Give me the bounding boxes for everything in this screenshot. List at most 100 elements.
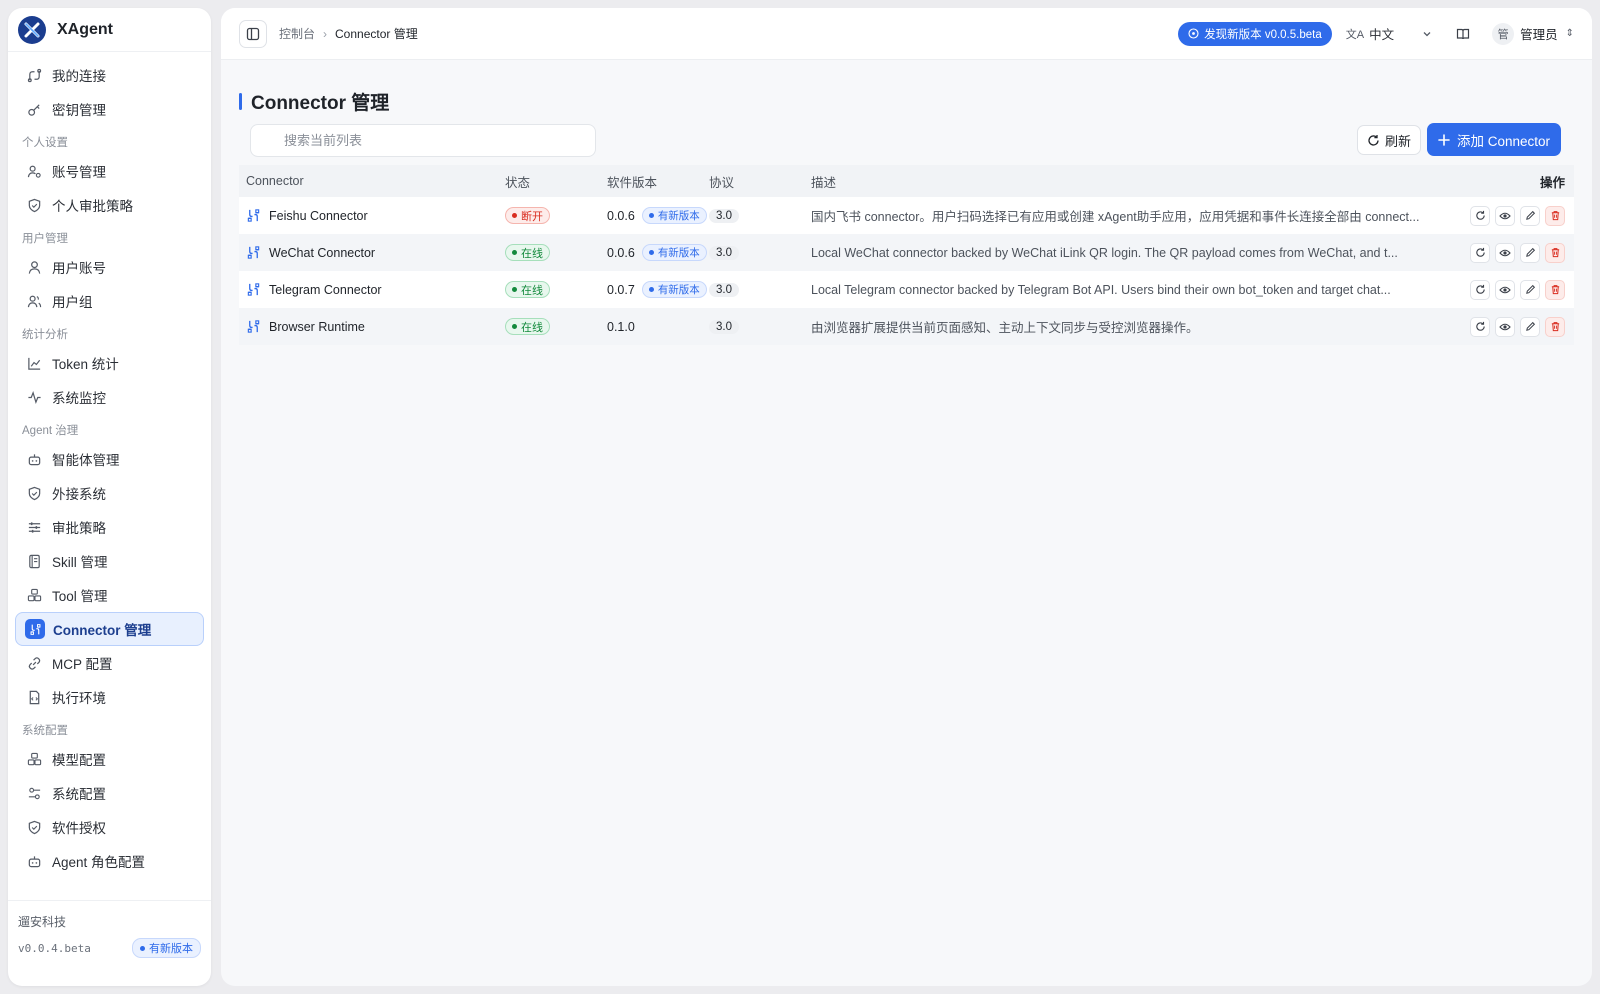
sidebar-item-label: Connector 管理 [53, 623, 152, 638]
new-version-badge[interactable]: 有新版本 [641, 281, 707, 298]
refresh-button[interactable] [1470, 316, 1490, 337]
sidebar-item-模型配置[interactable]: 模型配置 [15, 742, 204, 776]
connector-icon [25, 619, 45, 639]
connector-name: Telegram Connector [269, 282, 382, 297]
sidebar-item-mcp-配置[interactable]: MCP 配置 [15, 646, 204, 680]
link-icon [26, 655, 42, 671]
docs-book-icon[interactable] [1456, 27, 1470, 41]
sidebar-item-skill-管理[interactable]: Skill 管理 [15, 544, 204, 578]
sidebar-item-connector-管理[interactable]: Connector 管理 [15, 612, 204, 646]
add-connector-button[interactable]: 添加 Connector [1427, 123, 1562, 156]
sidebar-item-系统监控[interactable]: 系统监控 [15, 380, 204, 414]
edit-button[interactable] [1520, 242, 1540, 263]
sidebar-item-label: Tool 管理 [52, 589, 108, 604]
protocol-badge: 3.0 [709, 283, 739, 297]
delete-button[interactable] [1545, 205, 1565, 226]
sidebar-item-用户账号[interactable]: 用户账号 [15, 250, 204, 284]
connector-description: Local Telegram connector backed by Teleg… [811, 282, 1391, 297]
edit-button[interactable] [1520, 279, 1540, 300]
connector-description: Local WeChat connector backed by WeChat … [811, 245, 1398, 260]
sidebar-item-label: Skill 管理 [52, 555, 108, 570]
plus-icon [1438, 133, 1450, 146]
delete-button[interactable] [1545, 242, 1565, 263]
table-row[interactable]: Telegram Connector 在线 0.0.7 有新版本 3.0 Local Te… [239, 271, 1574, 308]
panel-left-icon [246, 27, 260, 40]
delete-icon [1550, 321, 1561, 332]
eye-button[interactable] [1495, 316, 1515, 337]
chevrons-up-down-icon: ⇕ [1565, 28, 1574, 39]
sidebar-toggle-button[interactable] [239, 19, 267, 48]
sidebar-item-账号管理[interactable]: 账号管理 [15, 154, 204, 188]
delete-button[interactable] [1545, 279, 1565, 300]
col-header-protocol: 协议 [709, 175, 735, 190]
xagent-logo-icon [18, 15, 46, 44]
eye-icon [1499, 247, 1511, 259]
search-input[interactable] [250, 124, 596, 157]
brand[interactable]: XAgent [8, 8, 211, 52]
sidebar-item-tool-管理[interactable]: Tool 管理 [15, 578, 204, 612]
sidebar-item-审批策略[interactable]: 审批策略 [15, 510, 204, 544]
user-icon [26, 259, 42, 275]
software-version: 0.0.6 [607, 245, 635, 260]
sidebar-item-执行环境[interactable]: 执行环境 [15, 680, 204, 714]
topbar: 控制台 › Connector 管理 发现新版本 v0.0.5.beta 文A … [221, 8, 1592, 60]
boxes-icon [26, 587, 42, 603]
sliders-icon [26, 519, 42, 535]
eye-button[interactable] [1495, 279, 1515, 300]
title-accent-bar [239, 93, 242, 110]
table-row[interactable]: WeChat Connector 在线 0.0.6 有新版本 3.0 Local WeCh… [239, 234, 1574, 271]
sidebar-item-密钥管理[interactable]: 密钥管理 [15, 92, 204, 126]
col-header-actions: 操作 [1539, 175, 1565, 190]
sidebar-item-我的连接[interactable]: 我的连接 [15, 58, 204, 92]
protocol-badge: 3.0 [709, 320, 739, 334]
sidebar-item-agent-角色配置[interactable]: Agent 角色配置 [15, 844, 204, 878]
refresh-button[interactable]: 刷新 [1357, 125, 1422, 155]
software-version: 0.0.6 [607, 208, 635, 223]
edit-icon [1525, 247, 1536, 258]
sidebar-item-智能体管理[interactable]: 智能体管理 [15, 442, 204, 476]
refresh-button[interactable] [1470, 279, 1490, 300]
file-code-icon [26, 689, 42, 705]
language-value: 中文 [1369, 28, 1395, 42]
edit-button[interactable] [1520, 316, 1540, 337]
connector-icon [246, 319, 261, 334]
language-select[interactable]: 文A 中文 [1346, 24, 1432, 43]
edit-button[interactable] [1520, 205, 1540, 226]
sidebar-item-外接系统[interactable]: 外接系统 [15, 476, 204, 510]
delete-button[interactable] [1545, 316, 1565, 337]
sidebar-item-个人审批策略[interactable]: 个人审批策略 [15, 188, 204, 222]
sidebar-item-token-统计[interactable]: Token 统计 [15, 346, 204, 380]
row-actions [1459, 242, 1574, 263]
sidebar-item-label: 软件授权 [52, 821, 106, 836]
sidebar-item-label: 密钥管理 [52, 103, 106, 118]
app-version: v0.0.4.beta [18, 941, 91, 955]
user-menu[interactable]: 管 管理员 ⇕ [1492, 22, 1574, 45]
new-version-badge[interactable]: 有新版本 [641, 207, 707, 224]
app-name: XAgent [57, 20, 113, 38]
col-header-status: 状态 [505, 175, 531, 190]
refresh-icon [1475, 284, 1486, 295]
eye-button[interactable] [1495, 205, 1515, 226]
sidebar-item-用户组[interactable]: 用户组 [15, 284, 204, 318]
new-version-badge[interactable]: 有新版本 [132, 938, 201, 958]
sidebar-item-系统配置[interactable]: 系统配置 [15, 776, 204, 810]
activity-icon [26, 389, 42, 405]
eye-icon [1499, 321, 1511, 333]
sidebar-group-title: 个人设置 [22, 137, 68, 149]
eye-button[interactable] [1495, 242, 1515, 263]
breadcrumb-item-console[interactable]: 控制台 [279, 25, 315, 42]
table-row[interactable]: Feishu Connector 断开 0.0.6 有新版本 3.0 国内飞书 conne… [239, 197, 1574, 234]
shield-icon [26, 485, 42, 501]
table-row[interactable]: Browser Runtime 在线 0.1.0 3.0 由浏览器扩展提供当前页面感知、… [239, 308, 1574, 345]
breadcrumb-current: Connector 管理 [335, 27, 418, 41]
refresh-icon [1475, 247, 1486, 258]
delete-icon [1550, 284, 1561, 295]
sidebar-item-label: 审批策略 [52, 521, 106, 536]
sidebar-item-软件授权[interactable]: 软件授权 [15, 810, 204, 844]
row-actions [1459, 316, 1574, 337]
new-version-button[interactable]: 发现新版本 v0.0.5.beta [1178, 21, 1332, 46]
connector-table: Connector 状态 软件版本 协议 描述 操作 Feishu Connec… [239, 165, 1574, 345]
refresh-button[interactable] [1470, 242, 1490, 263]
new-version-badge[interactable]: 有新版本 [641, 244, 707, 261]
refresh-button[interactable] [1470, 205, 1490, 226]
